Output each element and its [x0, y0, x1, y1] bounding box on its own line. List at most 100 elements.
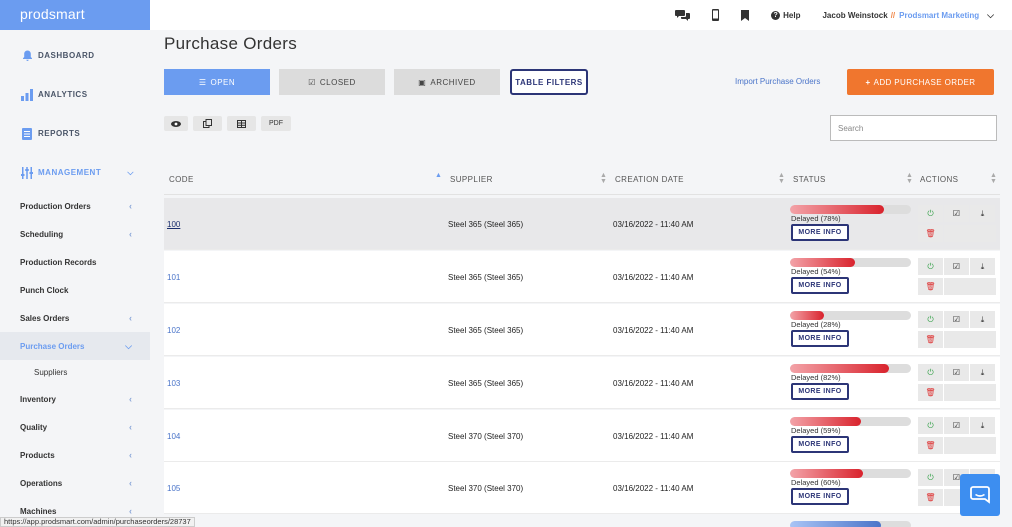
sidebar-item-production-records[interactable]: Production Records — [0, 248, 150, 276]
trash-icon[interactable]: 🗑 — [918, 278, 943, 295]
sliders-icon — [20, 166, 34, 180]
download-icon[interactable]: ⤓ — [970, 311, 995, 328]
column-header-status[interactable]: STATUS — [793, 175, 826, 184]
help-label: Help — [783, 10, 801, 20]
more-info-button[interactable]: MORE INFO — [791, 277, 849, 294]
table-icon — [237, 119, 246, 128]
chat-icon[interactable] — [675, 9, 691, 21]
sort-icon[interactable]: ▲ ▼ — [906, 172, 913, 185]
company-name: Prodsmart Marketing — [899, 10, 980, 20]
tab-open-label: OPEN — [210, 77, 236, 87]
power-icon[interactable]: ⏻ — [918, 258, 943, 275]
order-code-link[interactable]: 102 — [167, 326, 180, 335]
brand-logo[interactable]: prodsmart — [0, 0, 150, 30]
trash-icon[interactable]: 🗑 — [918, 225, 943, 242]
table-row[interactable]: 105 Steel 370 (Steel 370) 03/16/2022 - 1… — [164, 462, 1000, 514]
order-code-link[interactable]: 105 — [167, 484, 180, 493]
search-input[interactable] — [830, 115, 997, 141]
more-info-button[interactable]: MORE INFO — [791, 488, 849, 505]
sort-icon[interactable]: ▲ ▼ — [600, 172, 607, 185]
sidebar-item-purchase-orders[interactable]: Purchase Orders ⌵ — [0, 332, 150, 360]
browser-status-url: https://app.prodsmart.com/admin/purchase… — [0, 517, 195, 527]
chat-launcher-button[interactable] — [960, 474, 1000, 516]
nav-reports[interactable]: REPORTS — [0, 114, 150, 153]
power-icon[interactable]: ⏻ — [918, 311, 943, 328]
column-header-supplier[interactable]: SUPPLIER — [450, 175, 493, 184]
download-icon[interactable]: ⤓ — [970, 417, 995, 434]
sidebar-item-quality[interactable]: Quality ‹ — [0, 413, 150, 441]
sort-icon[interactable]: ▲ ▼ — [990, 172, 997, 185]
help-link[interactable]: ? Help — [771, 10, 801, 20]
sort-asc-icon[interactable]: ▲ — [435, 172, 442, 179]
order-code-link[interactable]: 100 — [167, 220, 180, 229]
more-info-button[interactable]: MORE INFO — [791, 436, 849, 453]
copy-button[interactable] — [193, 116, 222, 131]
trash-icon[interactable]: 🗑 — [918, 489, 943, 506]
download-icon[interactable]: ⤓ — [970, 205, 995, 222]
column-header-code[interactable]: CODE — [169, 175, 194, 184]
action-spacer — [944, 384, 996, 401]
power-icon[interactable]: ⏻ — [918, 417, 943, 434]
table-row[interactable]: 100 Steel 365 (Steel 365) 03/16/2022 - 1… — [164, 198, 1000, 250]
more-info-button[interactable]: MORE INFO — [791, 330, 849, 347]
trash-icon[interactable]: 🗑 — [918, 384, 943, 401]
check-square-icon[interactable]: ☑ — [944, 311, 969, 328]
sidebar-item-label: Products — [20, 450, 55, 460]
sidebar-item-scheduling[interactable]: Scheduling ‹ — [0, 220, 150, 248]
view-columns-button[interactable] — [164, 116, 188, 131]
chevron-down-icon: ⌵ — [125, 340, 132, 351]
check-square-icon[interactable]: ☑ — [944, 205, 969, 222]
order-code-link[interactable]: 101 — [167, 273, 180, 282]
table-row[interactable]: 104 Steel 370 (Steel 370) 03/16/2022 - 1… — [164, 410, 1000, 462]
nav-management[interactable]: MANAGEMENT ⌵ — [0, 153, 150, 192]
mobile-icon[interactable] — [712, 9, 720, 21]
sidebar-item-production-orders[interactable]: Production Orders ‹ — [0, 192, 150, 220]
power-icon[interactable]: ⏻ — [918, 205, 943, 222]
more-info-button[interactable]: MORE INFO — [791, 383, 849, 400]
status-label: Delayed (54%) — [791, 267, 841, 276]
table-row[interactable]: 103 Steel 365 (Steel 365) 03/16/2022 - 1… — [164, 357, 1000, 409]
power-icon[interactable]: ⏻ — [918, 469, 943, 486]
excel-export-button[interactable] — [227, 116, 256, 131]
check-square-icon[interactable]: ☑ — [944, 364, 969, 381]
status-progress-bar — [790, 205, 911, 214]
status-label: Delayed (59%) — [791, 426, 841, 435]
table-row[interactable]: 101 Steel 365 (Steel 365) 03/16/2022 - 1… — [164, 251, 1000, 303]
trash-icon[interactable]: 🗑 — [918, 437, 943, 454]
more-info-button[interactable]: MORE INFO — [791, 224, 849, 241]
sidebar-item-label: Operations — [20, 478, 63, 488]
trash-icon[interactable]: 🗑 — [918, 331, 943, 348]
check-square-icon[interactable]: ☑ — [944, 258, 969, 275]
status-progress-bar — [790, 364, 911, 373]
table-filters-button[interactable]: TABLE FILTERS — [510, 69, 588, 95]
nav-analytics[interactable]: ANALYTICS — [0, 75, 150, 114]
tab-closed-label: CLOSED — [319, 77, 356, 87]
import-purchase-orders-link[interactable]: Import Purchase Orders — [735, 77, 820, 86]
sidebar-item-operations[interactable]: Operations ‹ — [0, 469, 150, 497]
status-progress-fill — [790, 311, 824, 320]
download-icon[interactable]: ⤓ — [970, 258, 995, 275]
sidebar-item-inventory[interactable]: Inventory ‹ — [0, 385, 150, 413]
order-code-link[interactable]: 104 — [167, 432, 180, 441]
column-header-creation-date[interactable]: CREATION DATE — [615, 175, 684, 184]
download-icon[interactable]: ⤓ — [970, 364, 995, 381]
check-square-icon[interactable]: ☑ — [944, 417, 969, 434]
tab-closed[interactable]: ☑ CLOSED — [279, 69, 385, 95]
sidebar-item-punch-clock[interactable]: Punch Clock — [0, 276, 150, 304]
table-row[interactable]: 102 Steel 365 (Steel 365) 03/16/2022 - 1… — [164, 304, 1000, 356]
sidebar: prodsmart DASHBOARD ANALYTICS REPORTS MA… — [0, 0, 150, 527]
status-progress-bar — [790, 311, 911, 320]
sort-icon[interactable]: ▲ ▼ — [778, 172, 785, 185]
power-icon[interactable]: ⏻ — [918, 364, 943, 381]
order-code-link[interactable]: 103 — [167, 379, 180, 388]
sidebar-item-products[interactable]: Products ‹ — [0, 441, 150, 469]
pdf-export-button[interactable]: PDF — [261, 116, 291, 131]
sidebar-item-suppliers[interactable]: Suppliers — [0, 360, 150, 385]
sidebar-item-sales-orders[interactable]: Sales Orders ‹ — [0, 304, 150, 332]
nav-dashboard[interactable]: DASHBOARD — [0, 36, 150, 75]
tab-archived[interactable]: ▣ ARCHIVED — [394, 69, 500, 95]
tab-open[interactable]: ☰ OPEN — [164, 69, 270, 95]
bookmark-icon[interactable] — [741, 9, 750, 21]
user-menu[interactable]: Jacob Weinstock // Prodsmart Marketing ⌵ — [822, 10, 994, 21]
add-purchase-order-button[interactable]: + ADD PURCHASE ORDER — [847, 69, 994, 95]
